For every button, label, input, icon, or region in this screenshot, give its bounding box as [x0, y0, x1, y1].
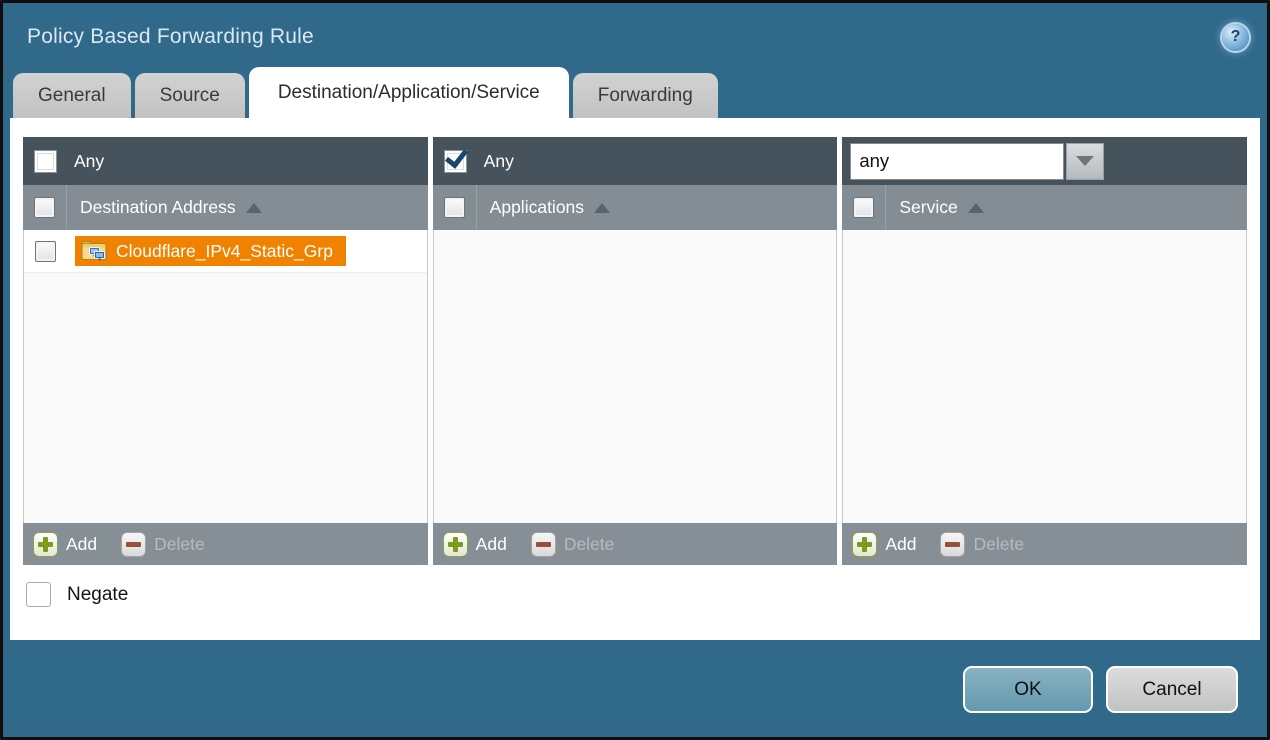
destination-any-label: Any — [74, 151, 104, 172]
destination-select-all-checkbox[interactable] — [34, 197, 55, 218]
applications-select-all-checkbox[interactable] — [444, 197, 465, 218]
pbf-rule-dialog: Policy Based Forwarding Rule ? General S… — [0, 0, 1270, 740]
service-mode-dropdown[interactable]: any — [850, 143, 1104, 180]
service-column: any Service — [842, 137, 1247, 565]
applications-any-checkbox[interactable] — [444, 150, 467, 173]
destination-footer-bar: Add Delete — [23, 523, 428, 565]
service-mode-bar: any — [842, 137, 1247, 185]
plus-icon — [443, 532, 468, 557]
ok-button[interactable]: OK — [963, 666, 1093, 713]
tab-general[interactable]: General — [13, 73, 131, 118]
sort-asc-icon — [246, 203, 262, 213]
help-glyph: ? — [1231, 28, 1241, 46]
table-row[interactable]: Cloudflare_IPv4_Static_Grp — [24, 230, 427, 273]
service-footer-bar: Add Delete — [842, 523, 1247, 565]
title-bar: Policy Based Forwarding Rule ? — [3, 3, 1267, 65]
destination-address-list: Cloudflare_IPv4_Static_Grp — [23, 230, 428, 523]
minus-icon — [940, 532, 965, 557]
delete-application-button[interactable]: Delete — [531, 532, 615, 557]
help-icon[interactable]: ? — [1222, 24, 1249, 51]
address-group-icon — [81, 240, 108, 262]
tab-content-panel: Any Destination Address — [10, 118, 1260, 640]
tab-source[interactable]: Source — [135, 73, 245, 118]
applications-any-bar: Any — [433, 137, 838, 185]
row-checkbox[interactable] — [35, 241, 56, 262]
minus-icon — [531, 532, 556, 557]
add-service-button[interactable]: Add — [852, 532, 916, 557]
applications-list — [433, 230, 838, 523]
plus-icon — [33, 532, 58, 557]
applications-column: Any Applications Add — [433, 137, 838, 565]
destination-any-bar: Any — [23, 137, 428, 185]
service-header[interactable]: Service — [842, 185, 1247, 230]
delete-destination-button[interactable]: Delete — [121, 532, 205, 557]
tab-destination-application-service[interactable]: Destination/Application/Service — [249, 67, 569, 118]
negate-row: Negate — [10, 565, 1260, 607]
columns-container: Any Destination Address — [10, 118, 1260, 565]
tab-bar: General Source Destination/Application/S… — [3, 65, 1267, 118]
destination-address-header-label: Destination Address — [80, 197, 236, 218]
dropdown-button[interactable] — [1066, 143, 1104, 180]
selected-address-entry[interactable]: Cloudflare_IPv4_Static_Grp — [75, 236, 346, 266]
cancel-button[interactable]: Cancel — [1106, 666, 1238, 713]
tab-forwarding[interactable]: Forwarding — [573, 73, 718, 118]
delete-service-button[interactable]: Delete — [940, 532, 1024, 557]
destination-address-column: Any Destination Address — [23, 137, 428, 565]
applications-header-label: Applications — [490, 197, 584, 218]
plus-icon — [852, 532, 877, 557]
chevron-down-icon — [1076, 156, 1094, 166]
service-mode-value[interactable]: any — [850, 143, 1064, 180]
applications-any-label: Any — [484, 151, 514, 172]
sort-asc-icon — [594, 203, 610, 213]
negate-checkbox[interactable] — [26, 582, 51, 607]
service-header-label: Service — [899, 197, 957, 218]
service-select-all-checkbox[interactable] — [853, 197, 874, 218]
add-destination-button[interactable]: Add — [33, 532, 97, 557]
dialog-title: Policy Based Forwarding Rule — [27, 25, 314, 49]
minus-icon — [121, 532, 146, 557]
destination-any-checkbox[interactable] — [34, 150, 57, 173]
service-list — [842, 230, 1247, 523]
applications-footer-bar: Add Delete — [433, 523, 838, 565]
sort-asc-icon — [968, 203, 984, 213]
destination-address-header[interactable]: Destination Address — [23, 185, 428, 230]
add-application-button[interactable]: Add — [443, 532, 507, 557]
negate-label: Negate — [67, 584, 128, 606]
dialog-action-bar: OK Cancel — [3, 640, 1267, 713]
address-entry-label: Cloudflare_IPv4_Static_Grp — [116, 241, 333, 262]
applications-header[interactable]: Applications — [433, 185, 838, 230]
